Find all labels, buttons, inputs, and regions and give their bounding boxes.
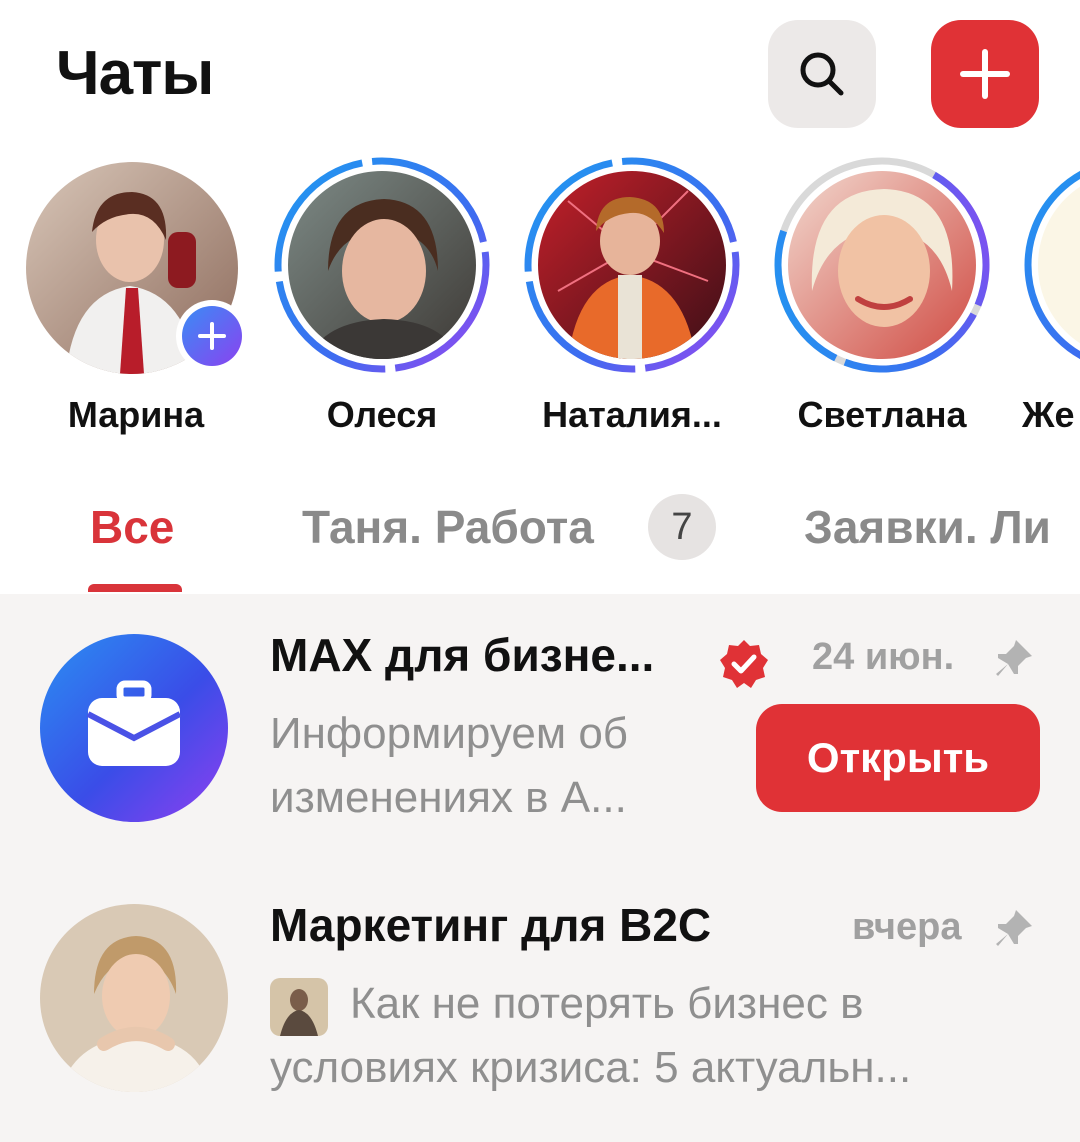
- chat-item[interactable]: MAX для бизне... 24 июн. Информируем об …: [0, 594, 1080, 864]
- plus-icon: [960, 49, 1010, 99]
- chat-preview: Как не потерять бизнес в условиях кризис…: [270, 972, 1050, 1100]
- open-button[interactable]: Открыть: [756, 704, 1040, 812]
- story-item[interactable]: Светлана: [772, 150, 1002, 450]
- chat-time: вчера: [852, 906, 962, 948]
- story-item[interactable]: Наталия...: [522, 150, 752, 450]
- tab-work[interactable]: Таня. Работа: [302, 500, 594, 554]
- avatar: [40, 904, 228, 1092]
- folder-tabs: Все Таня. Работа 7 Заявки. Ли: [0, 470, 1080, 592]
- preview-line: условиях кризиса: 5 актуальн...: [270, 1043, 912, 1092]
- avatar: [788, 171, 976, 359]
- story-item[interactable]: Олеся: [272, 150, 502, 450]
- story-name: Марина: [67, 394, 205, 435]
- search-icon: [800, 52, 844, 96]
- chat-time: 24 июн.: [812, 636, 955, 678]
- preview-line-with-thumb: Как не потерять бизнес в: [270, 972, 1050, 1036]
- pin-icon: [996, 640, 1032, 676]
- story-name: Наталия...: [542, 394, 722, 435]
- pin-icon: [996, 910, 1032, 946]
- avatar: [40, 634, 228, 822]
- verified-badge-icon: [720, 640, 768, 688]
- app-header: Чаты: [0, 0, 1080, 150]
- chat-name: MAX для бизне...: [270, 629, 655, 681]
- avatar: [538, 171, 726, 359]
- chat-list: MAX для бизне... 24 июн. Информируем об …: [0, 594, 1080, 1142]
- story-name: Олеся: [326, 394, 438, 435]
- page-title: Чаты: [56, 39, 214, 108]
- tab-all[interactable]: Все: [90, 500, 174, 554]
- chat-item[interactable]: Маркетинг для B2C вчера Как не потерять …: [0, 864, 1080, 1134]
- avatar: [288, 171, 476, 359]
- plus-icon: [198, 322, 226, 350]
- tab-requests[interactable]: Заявки. Ли: [804, 500, 1051, 554]
- story-item[interactable]: Же: [1022, 150, 1080, 450]
- story-name: Же: [1022, 394, 1075, 435]
- active-tab-indicator: [88, 584, 182, 592]
- chat-preview: Информируем об изменениях в А...: [270, 702, 628, 830]
- new-chat-button[interactable]: [931, 20, 1039, 128]
- unread-count-badge: 7: [648, 494, 716, 560]
- stories-row: Марина Олеся Наталия... Светлана Же: [0, 150, 1080, 450]
- preview-line: Как не потерять бизнес в: [350, 979, 864, 1028]
- image-thumbnail: [270, 978, 328, 1036]
- add-story-button[interactable]: [176, 300, 248, 372]
- chat-name: Маркетинг для B2C: [270, 899, 712, 951]
- story-own[interactable]: Марина: [26, 150, 256, 450]
- preview-line: изменениях в А...: [270, 773, 627, 822]
- search-button[interactable]: [768, 20, 876, 128]
- preview-line: Информируем об: [270, 709, 628, 758]
- story-name: Светлана: [797, 394, 967, 435]
